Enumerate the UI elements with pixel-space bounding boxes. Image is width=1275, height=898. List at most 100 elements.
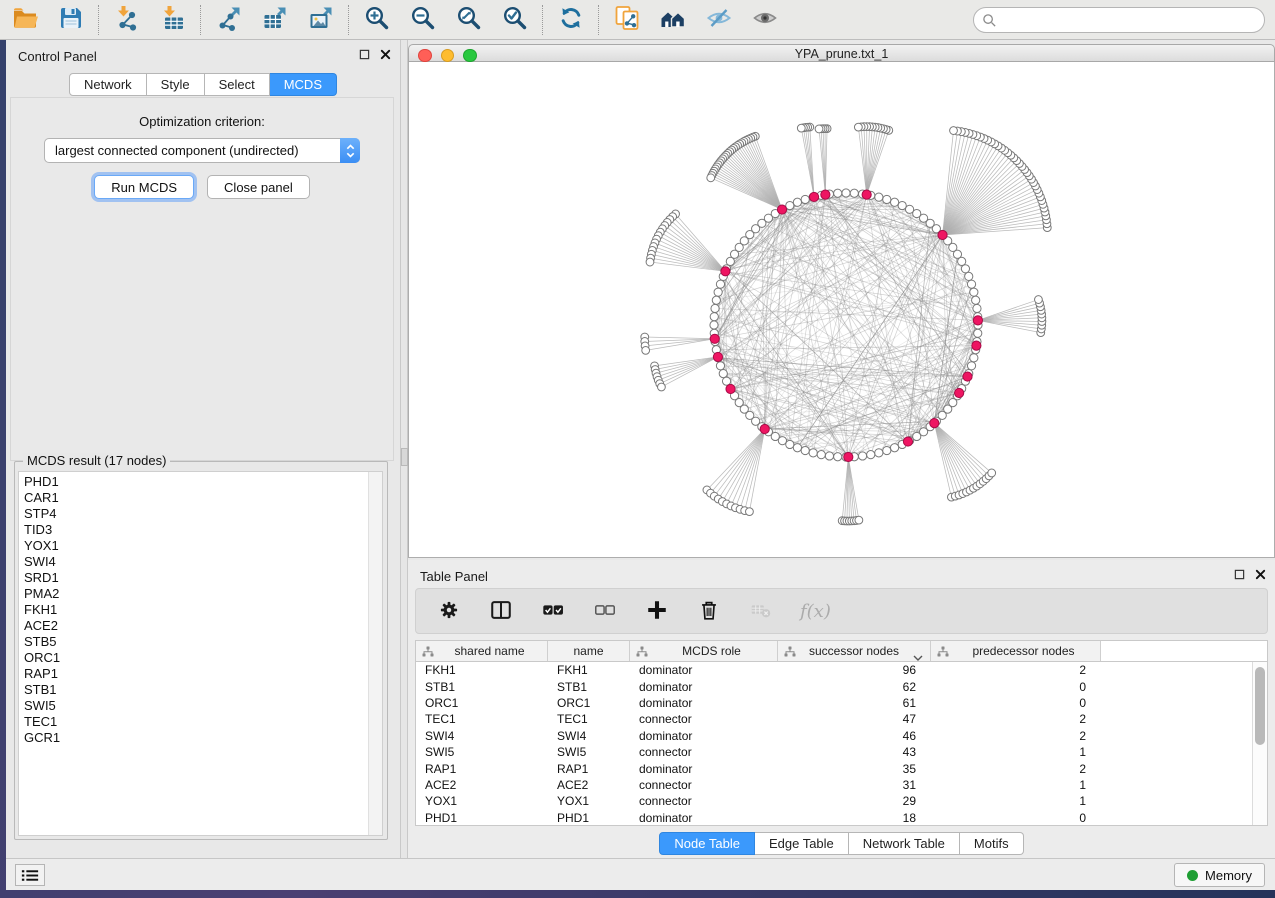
column-header-predecessor-nodes[interactable]: predecessor nodes (931, 641, 1101, 661)
table-row[interactable]: SWI4SWI4dominator462 (416, 728, 1267, 744)
result-list-item[interactable]: FKH1 (24, 602, 368, 618)
first-neighbors-button[interactable] (656, 4, 690, 36)
tab-motifs[interactable]: Motifs (960, 832, 1024, 855)
tab-network-table[interactable]: Network Table (849, 832, 960, 855)
cell-name[interactable]: STB1 (548, 680, 630, 694)
cell-predecessor-nodes[interactable]: 0 (931, 680, 1101, 694)
refresh-button[interactable] (554, 4, 588, 36)
cell-predecessor-nodes[interactable]: 2 (931, 663, 1101, 677)
cell-name[interactable]: PHD1 (548, 811, 630, 825)
zoom-out-button[interactable] (406, 4, 440, 36)
table-row[interactable]: STB1STB1dominator620 (416, 678, 1267, 694)
cell-mcds-role[interactable]: dominator (630, 680, 778, 694)
column-header-shared-name[interactable]: shared name (416, 641, 548, 661)
cell-successor-nodes[interactable]: 43 (778, 745, 931, 759)
splitter-handle[interactable] (401, 448, 408, 466)
duplicate-network-button[interactable] (610, 4, 644, 36)
cell-name[interactable]: RAP1 (548, 762, 630, 776)
table-row[interactable]: RAP1RAP1dominator352 (416, 760, 1267, 776)
cell-mcds-role[interactable]: connector (630, 778, 778, 792)
table-scrollbar[interactable] (1252, 662, 1267, 825)
result-list-item[interactable]: ACE2 (24, 618, 368, 634)
close-panel-button[interactable] (379, 48, 392, 61)
cell-successor-nodes[interactable]: 96 (778, 663, 931, 677)
result-list-item[interactable]: TEC1 (24, 714, 368, 730)
tab-network[interactable]: Network (69, 73, 147, 96)
search-input[interactable] (997, 9, 1264, 31)
panel-splitter[interactable] (400, 40, 408, 858)
criterion-dropdown[interactable]: largest connected component (undirected) (44, 138, 360, 163)
table-row[interactable]: ORC1ORC1dominator610 (416, 695, 1267, 711)
cell-mcds-role[interactable]: dominator (630, 762, 778, 776)
window-minimize-button[interactable] (441, 49, 455, 63)
open-button[interactable] (8, 4, 42, 36)
cell-shared-name[interactable]: ORC1 (416, 696, 548, 710)
tab-mcds[interactable]: MCDS (270, 73, 337, 96)
import-network-button[interactable] (110, 4, 144, 36)
table-row[interactable]: FKH1FKH1dominator962 (416, 662, 1267, 678)
cell-shared-name[interactable]: STB1 (416, 680, 548, 694)
cell-name[interactable]: FKH1 (548, 663, 630, 677)
window-maximize-button[interactable] (463, 49, 477, 63)
column-header-name[interactable]: name (548, 641, 630, 661)
float-table-panel-button[interactable] (1233, 568, 1246, 581)
scrollbar-thumb[interactable] (1255, 667, 1265, 745)
cell-mcds-role[interactable]: dominator (630, 729, 778, 743)
table-row[interactable]: PHD1PHD1dominator180 (416, 810, 1267, 826)
tab-style[interactable]: Style (147, 73, 205, 96)
cell-shared-name[interactable]: TEC1 (416, 712, 548, 726)
result-list-item[interactable]: STB5 (24, 634, 368, 650)
result-list-item[interactable]: TID3 (24, 522, 368, 538)
result-list-item[interactable]: SRD1 (24, 570, 368, 586)
add-column-button[interactable] (644, 598, 670, 624)
cell-name[interactable]: ACE2 (548, 778, 630, 792)
table-row[interactable]: SWI5SWI5connector431 (416, 744, 1267, 760)
delete-column-button[interactable] (696, 598, 722, 624)
cell-predecessor-nodes[interactable]: 1 (931, 745, 1101, 759)
result-list-item[interactable]: GCR1 (24, 730, 368, 746)
cell-shared-name[interactable]: ACE2 (416, 778, 548, 792)
task-history-button[interactable] (15, 864, 45, 886)
cell-shared-name[interactable]: PHD1 (416, 811, 548, 825)
tab-node-table[interactable]: Node Table (659, 832, 755, 855)
tab-edge-table[interactable]: Edge Table (755, 832, 849, 855)
cell-successor-nodes[interactable]: 62 (778, 680, 931, 694)
cell-shared-name[interactable]: SWI5 (416, 745, 548, 759)
cell-predecessor-nodes[interactable]: 1 (931, 778, 1101, 792)
cell-successor-nodes[interactable]: 61 (778, 696, 931, 710)
cell-mcds-role[interactable]: connector (630, 745, 778, 759)
mcds-result-list[interactable]: PHD1CAR1STP4TID3YOX1SWI4SRD1PMA2FKH1ACE2… (18, 471, 383, 836)
column-header-successor-nodes[interactable]: successor nodes (778, 641, 931, 661)
result-list-item[interactable]: ORC1 (24, 650, 368, 666)
result-list-item[interactable]: YOX1 (24, 538, 368, 554)
cell-successor-nodes[interactable]: 46 (778, 729, 931, 743)
export-image-button[interactable] (304, 4, 338, 36)
network-canvas[interactable] (408, 62, 1275, 558)
show-all-button[interactable] (748, 4, 782, 36)
export-table-button[interactable] (258, 4, 292, 36)
cell-shared-name[interactable]: YOX1 (416, 794, 548, 808)
cell-predecessor-nodes[interactable]: 0 (931, 696, 1101, 710)
table-row[interactable]: YOX1YOX1connector291 (416, 793, 1267, 809)
gear-button[interactable] (436, 598, 462, 624)
cell-shared-name[interactable]: FKH1 (416, 663, 548, 677)
result-list-item[interactable]: CAR1 (24, 490, 368, 506)
deselect-all-button[interactable] (592, 598, 618, 624)
cell-successor-nodes[interactable]: 35 (778, 762, 931, 776)
cell-name[interactable]: SWI4 (548, 729, 630, 743)
result-list-item[interactable]: PMA2 (24, 586, 368, 602)
zoom-in-button[interactable] (360, 4, 394, 36)
result-list-item[interactable]: RAP1 (24, 666, 368, 682)
cell-name[interactable]: SWI5 (548, 745, 630, 759)
cell-predecessor-nodes[interactable]: 0 (931, 811, 1101, 825)
cell-mcds-role[interactable]: dominator (630, 696, 778, 710)
search-box[interactable] (973, 7, 1265, 33)
export-network-button[interactable] (212, 4, 246, 36)
zoom-selected-button[interactable] (498, 4, 532, 36)
run-mcds-button[interactable]: Run MCDS (94, 175, 194, 199)
cell-name[interactable]: ORC1 (548, 696, 630, 710)
cell-shared-name[interactable]: RAP1 (416, 762, 548, 776)
split-view-button[interactable] (488, 598, 514, 624)
cell-name[interactable]: TEC1 (548, 712, 630, 726)
save-button[interactable] (54, 4, 88, 36)
